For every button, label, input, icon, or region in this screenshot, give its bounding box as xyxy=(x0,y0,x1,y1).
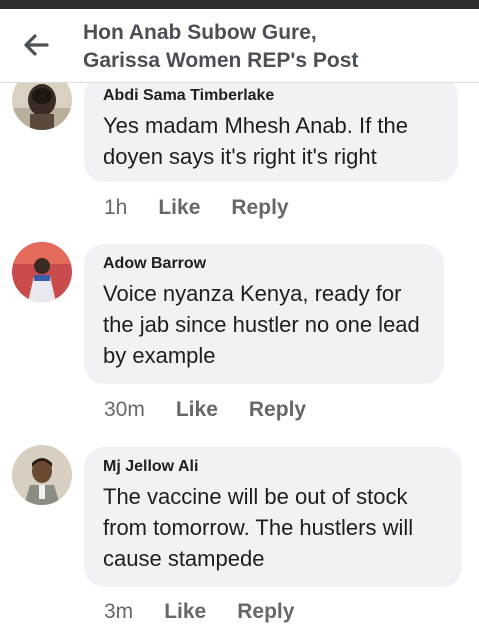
comment-actions: 3m Like Reply xyxy=(104,600,294,624)
like-button[interactable]: Like xyxy=(164,600,206,624)
comment-text: Yes madam Mhesh Anab. If the doyen says … xyxy=(103,113,408,169)
page-title-line-1: Hon Anab Subow Gure, xyxy=(83,21,317,44)
comment-timestamp[interactable]: 1h xyxy=(104,196,127,220)
page-title: Hon Anab Subow Gure, Garissa Women REP's… xyxy=(83,19,463,75)
app-header: Hon Anab Subow Gure, Garissa Women REP's… xyxy=(0,9,479,83)
page-title-line-2: Garissa Women REP's Post xyxy=(83,49,359,72)
comment-author[interactable]: Adow Barrow xyxy=(103,254,426,274)
comment-text: Voice nyanza Kenya, ready for the jab si… xyxy=(103,281,420,368)
reply-button[interactable]: Reply xyxy=(249,398,306,422)
reply-button[interactable]: Reply xyxy=(237,600,294,624)
comment-bubble: Abdi Sama Timberlake Yes madam Mhesh Ana… xyxy=(84,76,458,182)
reply-button[interactable]: Reply xyxy=(231,196,288,220)
comment-author[interactable]: Mj Jellow Ali xyxy=(103,457,444,477)
comment-bubble: Adow Barrow Voice nyanza Kenya, ready fo… xyxy=(84,244,444,384)
comment-text: The vaccine will be out of stock from to… xyxy=(103,484,414,571)
comment-actions: 30m Like Reply xyxy=(104,398,306,422)
status-bar xyxy=(0,0,479,9)
like-button[interactable]: Like xyxy=(176,398,218,422)
like-button[interactable]: Like xyxy=(158,196,200,220)
comment-author[interactable]: Abdi Sama Timberlake xyxy=(103,86,440,106)
comment-bubble: Mj Jellow Ali The vaccine will be out of… xyxy=(84,447,462,587)
back-button[interactable] xyxy=(18,27,54,63)
arrow-left-icon xyxy=(24,34,49,56)
comment-timestamp[interactable]: 30m xyxy=(104,398,145,422)
avatar[interactable] xyxy=(12,445,72,505)
comment-actions: 1h Like Reply xyxy=(104,196,289,220)
comment-timestamp[interactable]: 3m xyxy=(104,600,133,624)
avatar[interactable] xyxy=(12,242,72,302)
